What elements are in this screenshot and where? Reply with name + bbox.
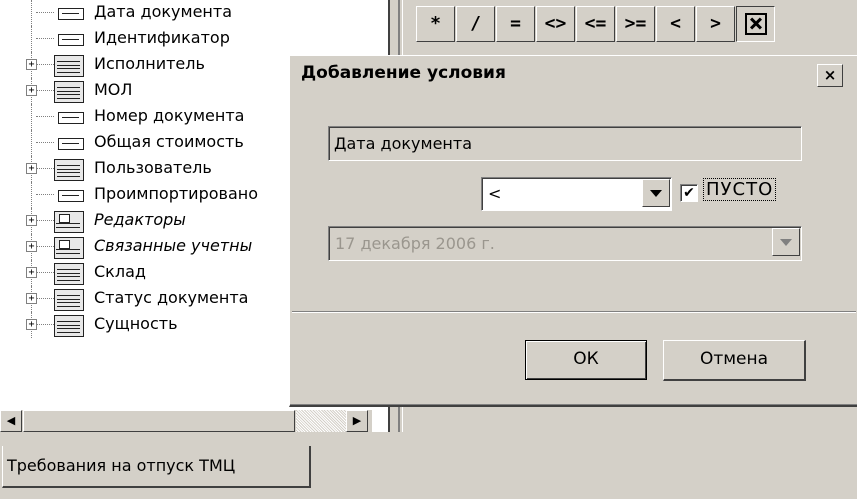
chevron-down-icon bbox=[772, 228, 800, 256]
tree-item-label: Статус документа bbox=[94, 288, 249, 307]
tree-connector bbox=[36, 246, 54, 247]
tree-connector bbox=[36, 194, 54, 195]
tree-connector bbox=[31, 26, 32, 52]
field-icon bbox=[58, 112, 84, 124]
tree-item-label: Номер документа bbox=[94, 106, 245, 125]
tree-item-label: Исполнитель bbox=[94, 54, 205, 73]
tree-item[interactable]: Идентификатор bbox=[0, 26, 370, 52]
tree-connector bbox=[31, 182, 32, 208]
operator-greater-than-button[interactable]: > bbox=[696, 6, 735, 42]
operator-equals-button[interactable]: = bbox=[496, 6, 535, 42]
table-icon bbox=[54, 55, 84, 77]
close-button[interactable]: × bbox=[817, 64, 843, 87]
tree-item-label: Идентификатор bbox=[94, 28, 230, 47]
tree-connector bbox=[36, 38, 54, 39]
tree-connector bbox=[31, 104, 32, 130]
tree-connector bbox=[31, 0, 32, 26]
cancel-button[interactable]: Отмена bbox=[663, 340, 806, 381]
operator-not-equal-button[interactable]: <> bbox=[536, 6, 575, 42]
checkmark-icon: ✔ bbox=[683, 185, 695, 201]
tree-connector bbox=[36, 298, 54, 299]
expand-icon[interactable]: + bbox=[26, 293, 37, 304]
tab-bar: Требования на отпуск ТМЦ bbox=[0, 432, 857, 499]
dialog-separator bbox=[292, 311, 856, 313]
field-icon bbox=[58, 190, 84, 202]
operator-select[interactable]: < bbox=[481, 177, 672, 211]
expand-icon[interactable]: + bbox=[26, 163, 37, 174]
operator-divide-button[interactable]: / bbox=[456, 6, 495, 42]
tree-connector bbox=[36, 90, 54, 91]
expand-icon[interactable]: + bbox=[26, 267, 37, 278]
multi-table-icon bbox=[54, 237, 84, 259]
field-icon bbox=[58, 138, 84, 150]
scroll-track[interactable] bbox=[296, 410, 346, 432]
tree-connector bbox=[31, 130, 32, 156]
tree-connector bbox=[36, 272, 54, 273]
tab-requisitions[interactable]: Требования на отпуск ТМЦ bbox=[2, 446, 311, 488]
expand-icon[interactable]: + bbox=[26, 215, 37, 226]
field-name-box: Дата документа bbox=[328, 126, 802, 161]
tree-connector bbox=[36, 220, 54, 221]
tree-connector bbox=[36, 12, 54, 13]
ok-button[interactable]: ОК bbox=[525, 340, 647, 380]
scroll-left-button[interactable]: ◀ bbox=[0, 410, 22, 432]
operator-less-than-button[interactable]: < bbox=[656, 6, 695, 42]
operator-greater-or-equal-button[interactable]: >= bbox=[616, 6, 655, 42]
tree-item-label: Сущность bbox=[94, 314, 178, 333]
clear-condition-button[interactable] bbox=[736, 6, 775, 42]
tree-item-label: Связанные учетны bbox=[94, 236, 253, 255]
chevron-down-icon[interactable] bbox=[642, 179, 670, 207]
tree-item-label: Проимпортировано bbox=[94, 184, 258, 203]
tree-horizontal-scrollbar[interactable]: ◀ ▶ bbox=[0, 410, 372, 432]
field-name-text: Дата документа bbox=[334, 134, 472, 153]
table-icon bbox=[54, 263, 84, 285]
table-icon bbox=[54, 159, 84, 181]
tree-connector bbox=[36, 168, 54, 169]
tree-connector bbox=[36, 64, 54, 65]
table-icon bbox=[54, 81, 84, 103]
close-icon: × bbox=[823, 66, 837, 84]
expand-icon[interactable]: + bbox=[26, 85, 37, 96]
tab-label: Требования на отпуск ТМЦ bbox=[7, 456, 236, 475]
table-icon bbox=[54, 289, 84, 311]
dialog-titlebar[interactable]: Добавление условия × bbox=[291, 57, 857, 91]
tree-item-label: Общая стоимость bbox=[94, 132, 244, 151]
scroll-right-button[interactable]: ▶ bbox=[346, 410, 368, 432]
tree-item-label: Пользователь bbox=[94, 158, 212, 177]
close-box-icon bbox=[744, 13, 767, 35]
tree-item-label: Редакторы bbox=[94, 210, 186, 229]
tree-item-label: МОЛ bbox=[94, 80, 133, 99]
expand-icon[interactable]: + bbox=[26, 59, 37, 70]
field-icon bbox=[58, 8, 84, 20]
field-icon bbox=[58, 34, 84, 46]
add-condition-dialog: Добавление условия × Дата документа < ✔ … bbox=[289, 55, 857, 407]
scroll-thumb[interactable] bbox=[23, 410, 295, 432]
tree-item-label: Склад bbox=[94, 262, 146, 281]
date-picker: 17 декабря 2006 г. bbox=[328, 226, 802, 261]
multi-table-icon bbox=[54, 211, 84, 233]
dialog-title: Добавление условия bbox=[301, 63, 506, 83]
operator-select-value: < bbox=[488, 184, 502, 203]
empty-checkbox[interactable]: ✔ bbox=[680, 184, 698, 202]
tree-connector bbox=[36, 142, 54, 143]
expand-icon[interactable]: + bbox=[26, 319, 37, 330]
expand-icon[interactable]: + bbox=[26, 241, 37, 252]
empty-checkbox-label[interactable]: ПУСТО bbox=[702, 178, 777, 201]
tree-connector bbox=[36, 116, 54, 117]
tree-item-label: Дата документа bbox=[94, 2, 232, 21]
operator-less-or-equal-button[interactable]: <= bbox=[576, 6, 615, 42]
tree-connector bbox=[36, 324, 54, 325]
tree-item[interactable]: Дата документа bbox=[0, 0, 370, 26]
date-picker-value: 17 декабря 2006 г. bbox=[335, 234, 495, 253]
operator-multiply-button[interactable]: * bbox=[416, 6, 455, 42]
table-icon bbox=[54, 315, 84, 337]
